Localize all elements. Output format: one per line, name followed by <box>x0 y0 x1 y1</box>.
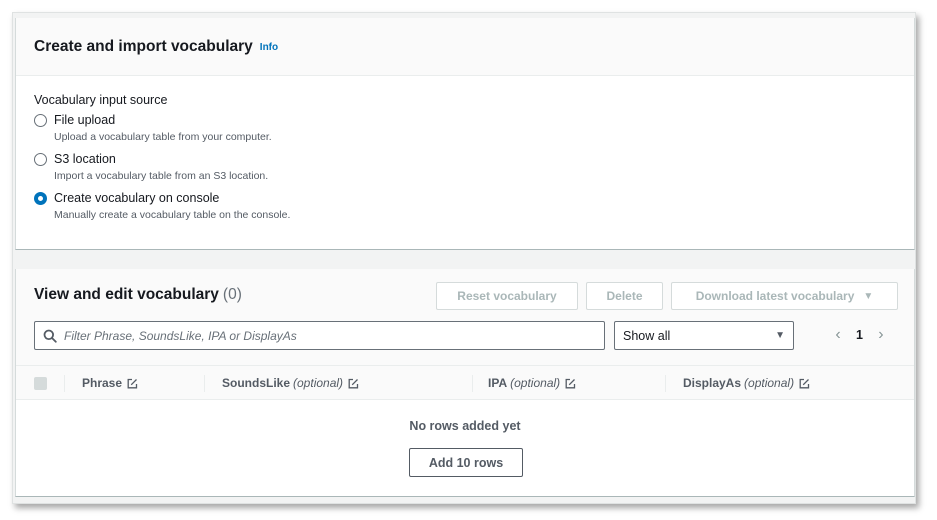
optional-label: (optional) <box>293 376 344 390</box>
vocabulary-editor-window: Create and import vocabulary Info Vocabu… <box>12 12 916 504</box>
radio-description: Upload a vocabulary table from your comp… <box>54 131 272 143</box>
delete-button[interactable]: Delete <box>586 282 663 310</box>
column-name: DisplayAs <box>683 376 742 390</box>
view-edit-header: View and edit vocabulary (0) <box>34 286 242 304</box>
select-all-checkbox[interactable] <box>34 377 47 390</box>
column-name: Phrase <box>82 376 123 390</box>
optional-label: (optional) <box>510 376 561 390</box>
create-import-header: Create and import vocabulary Info <box>16 18 914 76</box>
column-divider <box>204 375 205 392</box>
column-divider <box>64 375 65 392</box>
empty-state-text: No rows added yet <box>409 419 521 433</box>
filter-field[interactable] <box>34 321 605 350</box>
edit-icon <box>127 378 138 388</box>
column-divider <box>665 375 666 392</box>
radio-option-file-upload[interactable]: File upload Upload a vocabulary table fr… <box>34 113 896 144</box>
page-number[interactable]: 1 <box>856 328 863 342</box>
radio-option-s3-location[interactable]: S3 location Import a vocabulary table fr… <box>34 152 896 183</box>
next-page-icon[interactable]: › <box>871 326 891 344</box>
table-header: Phrase SoundsLike (optional) IPA (option… <box>16 365 914 400</box>
download-button-label: Download latest vocabulary <box>695 289 855 303</box>
radio-label: S3 location <box>54 152 116 166</box>
radio-description: Import a vocabulary table from an S3 loc… <box>54 170 269 182</box>
radio-option-create-on-console[interactable]: Create vocabulary on console Manually cr… <box>34 191 896 222</box>
radio-label: File upload <box>54 113 116 127</box>
previous-page-icon[interactable]: ‹ <box>828 326 848 344</box>
edit-icon <box>799 378 810 388</box>
select-value: Show all <box>623 328 671 343</box>
input-source-label: Vocabulary input source <box>34 93 168 107</box>
column-header-soundslike: SoundsLike (optional) <box>222 376 359 390</box>
radio-label: Create vocabulary on console <box>54 191 220 205</box>
radio-button-selected[interactable] <box>34 192 47 205</box>
column-header-ipa: IPA (optional) <box>488 376 576 390</box>
column-header-phrase: Phrase <box>82 376 138 390</box>
edit-icon <box>565 378 576 388</box>
show-filter-select[interactable]: Show all ▼ <box>614 321 794 350</box>
create-import-panel: Create and import vocabulary Info Vocabu… <box>15 18 915 250</box>
radio-button[interactable] <box>34 153 47 166</box>
download-latest-vocabulary-button[interactable]: Download latest vocabulary ▼ <box>671 282 898 310</box>
optional-label: (optional) <box>744 376 795 390</box>
search-icon <box>43 329 57 343</box>
caret-down-icon: ▼ <box>775 330 785 341</box>
column-header-displayas: DisplayAs (optional) <box>683 376 810 390</box>
add-10-rows-button[interactable]: Add 10 rows <box>409 448 523 477</box>
caret-down-icon: ▼ <box>863 290 874 302</box>
reset-vocabulary-button[interactable]: Reset vocabulary <box>436 282 578 310</box>
view-edit-panel: View and edit vocabulary (0) Reset vocab… <box>15 269 915 497</box>
radio-description: Manually create a vocabulary table on th… <box>54 209 291 221</box>
edit-icon <box>348 378 359 388</box>
row-count: (0) <box>222 286 242 303</box>
filter-input[interactable] <box>64 328 584 343</box>
panel-title: View and edit vocabulary <box>34 286 219 303</box>
pagination: ‹ 1 › <box>828 325 891 345</box>
column-name: IPA <box>488 376 508 390</box>
column-name: SoundsLike <box>222 376 291 390</box>
panel-title: Create and import vocabulary <box>34 37 253 55</box>
radio-button[interactable] <box>34 114 47 127</box>
info-link[interactable]: Info <box>260 42 278 53</box>
column-divider <box>472 375 473 392</box>
